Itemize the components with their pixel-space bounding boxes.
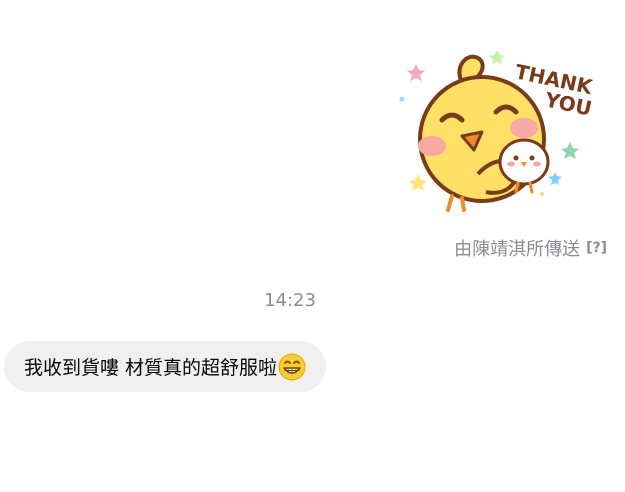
grinning-face-icon [278, 353, 306, 380]
chat-thread: THANK YOU 由陳靖淇所傳送 [?] 14:23 我收到貨嘍 材質真的超舒… [0, 0, 625, 492]
message-bubble[interactable]: 我收到貨嘍 材質真的超舒服啦 [4, 341, 327, 392]
sent-by-label: 由陳靖淇所傳送 [?] [454, 235, 607, 261]
help-link[interactable]: [?] [586, 240, 607, 256]
timestamp: 14:23 [264, 290, 316, 311]
sent-by-text: 由陳靖淇所傳送 [454, 239, 581, 260]
thank-you-sticker[interactable]: THANK YOU [392, 44, 612, 214]
chick-sticker-icon: THANK YOU [399, 50, 596, 212]
message-text: 我收到貨嘍 材質真的超舒服啦 [24, 357, 278, 379]
